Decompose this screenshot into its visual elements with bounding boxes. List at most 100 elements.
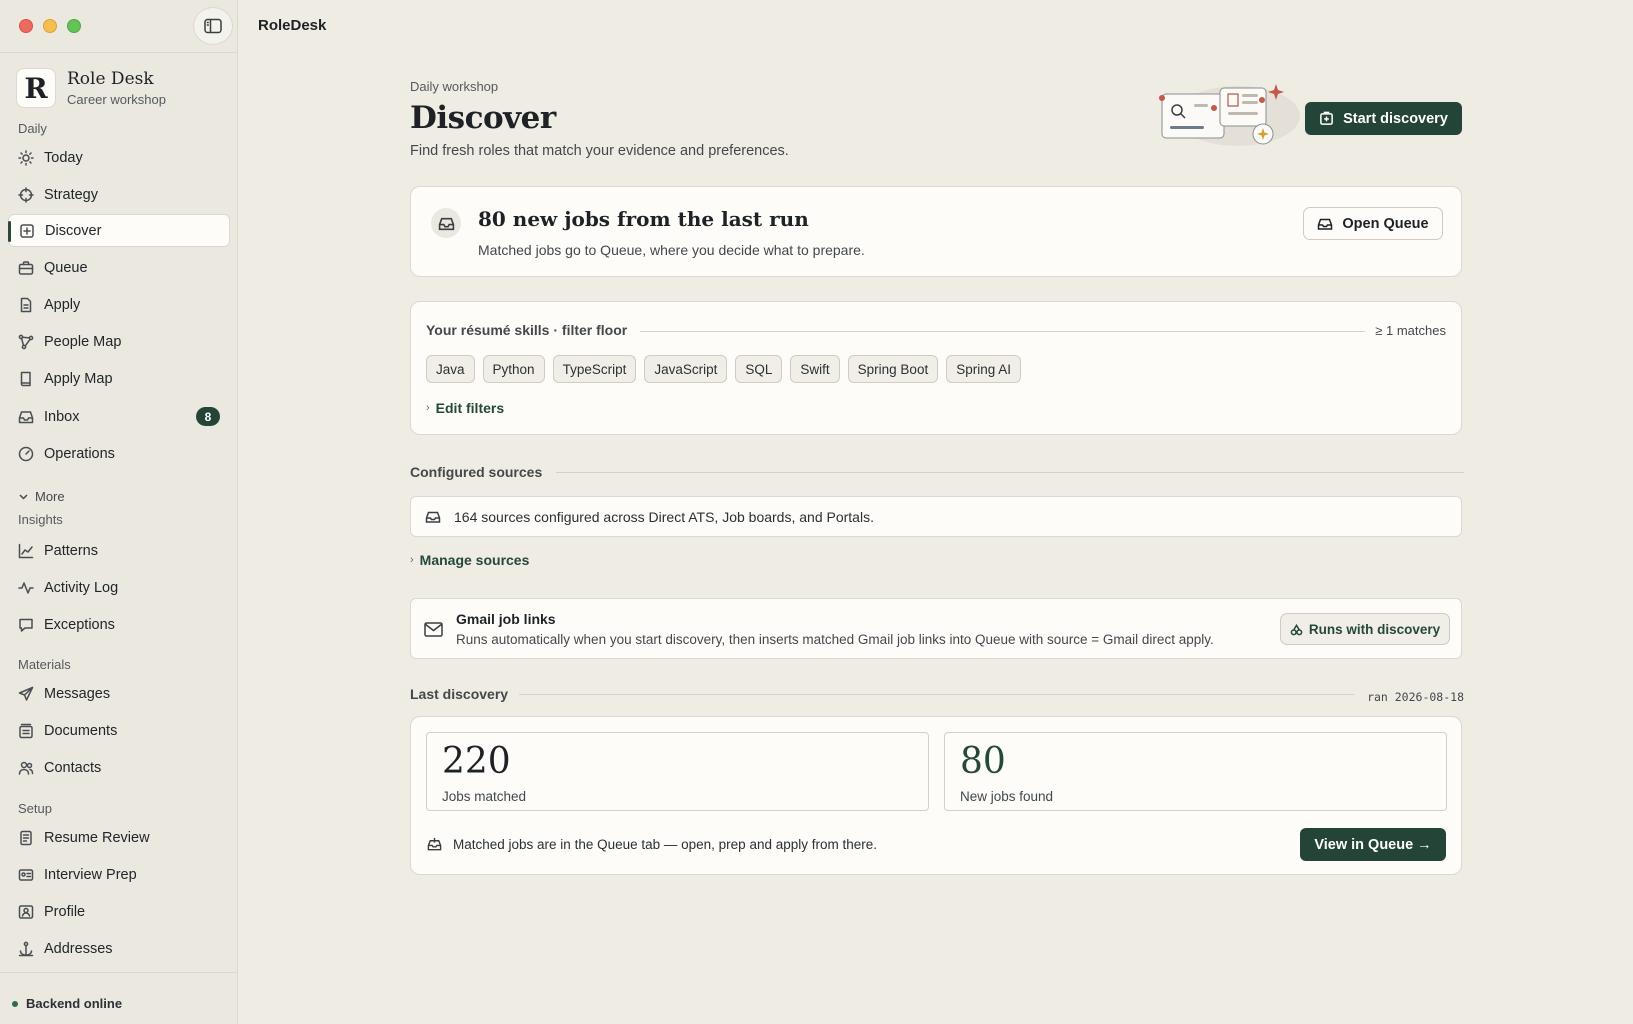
document-icon: [18, 297, 34, 313]
section-label-insights: Insights: [18, 512, 63, 527]
sidebar-item-contacts[interactable]: Contacts: [8, 751, 230, 784]
window-controls: [19, 19, 81, 33]
brand-logo: R: [16, 68, 56, 108]
skill-chip-spring-ai[interactable]: Spring AI: [946, 355, 1021, 383]
sidebar-item-messages[interactable]: Messages: [8, 677, 230, 710]
sidebar-item-operations[interactable]: Operations: [8, 437, 230, 470]
sidebar-item-label: Discover: [45, 222, 102, 239]
inbox-tray-icon: [431, 208, 461, 238]
discover-icon: [1320, 111, 1333, 125]
link-icon: [1290, 623, 1303, 635]
skill-chip-typescript[interactable]: TypeScript: [552, 355, 637, 383]
sidebar-item-label: Queue: [44, 259, 88, 276]
inbox-count-badge: 8: [196, 407, 220, 426]
sidebar-item-profile[interactable]: Profile: [8, 895, 230, 928]
new-jobs-stat: 80 New jobs found: [944, 732, 1447, 811]
last-run-title: 80 new jobs from the last run: [478, 207, 809, 231]
last-discovery-date: ran 2026-08-18: [1367, 690, 1464, 704]
last-run-subtitle: Matched jobs go to Queue, where you deci…: [478, 242, 865, 258]
inbox-icon: [425, 509, 441, 530]
skill-chip-swift[interactable]: Swift: [790, 355, 840, 383]
skill-chip-javascript[interactable]: JavaScript: [644, 355, 728, 383]
more-toggle[interactable]: More: [18, 489, 65, 504]
open-queue-label: Open Queue: [1342, 215, 1429, 232]
sidebar-divider: [0, 52, 238, 53]
sidebar-item-label: Documents: [44, 722, 118, 739]
chevron-right-icon: ›: [410, 554, 414, 566]
start-discovery-button[interactable]: Start discovery: [1305, 102, 1462, 135]
sidebar-item-label: Contacts: [44, 759, 102, 776]
new-jobs-label: New jobs found: [960, 789, 1054, 804]
last-discovery-card: 220 Jobs matched 80 New jobs found Match…: [410, 716, 1462, 875]
sidebar-item-label: Resume Review: [44, 829, 150, 846]
skill-chip-sql[interactable]: SQL: [735, 355, 783, 383]
sidebar-item-strategy[interactable]: Strategy: [8, 178, 230, 211]
sidebar-item-label: Apply: [44, 296, 81, 313]
minimize-window-button[interactable]: [43, 19, 57, 33]
book-icon: [18, 371, 34, 387]
sidebar-item-label: Apply Map: [44, 370, 113, 387]
sidebar-item-apply[interactable]: Apply: [8, 288, 230, 321]
sidebar-item-label: Messages: [44, 685, 111, 702]
sidebar-item-apply-map[interactable]: Apply Map: [8, 362, 230, 395]
sidebar-item-label: Operations: [44, 445, 115, 462]
skill-chip-spring-boot[interactable]: Spring Boot: [847, 355, 939, 383]
new-jobs-value: 80: [960, 741, 1006, 782]
skills-heading: Your résumé skills · filter floor: [426, 322, 628, 338]
sidebar-item-exceptions[interactable]: Exceptions: [8, 608, 230, 641]
brand-name: Role Desk: [67, 69, 154, 89]
activity-icon: [18, 580, 34, 596]
resume-skills-card: Your résumé skills · filter floor ≥ 1 ma…: [410, 301, 1462, 435]
page-subtitle: Find fresh roles that match your evidenc…: [410, 143, 789, 159]
sidebar-item-resume-review[interactable]: Resume Review: [8, 821, 230, 854]
sidebar-item-addresses[interactable]: Addresses: [8, 932, 230, 965]
sidebar-item-inbox[interactable]: Inbox 8: [8, 400, 230, 433]
sidebar-item-label: Exceptions: [44, 616, 115, 633]
gmail-title: Gmail job links: [456, 611, 556, 627]
skill-chip-java[interactable]: Java: [426, 355, 475, 383]
mail-icon: [424, 621, 443, 643]
jobs-matched-label: Jobs matched: [442, 789, 527, 804]
sidebar-item-queue[interactable]: Queue: [8, 251, 230, 284]
edit-filters-toggle[interactable]: › Edit filters: [426, 400, 504, 416]
sidebar-item-label: People Map: [44, 333, 122, 350]
profile-icon: [18, 904, 34, 920]
close-window-button[interactable]: [19, 19, 33, 33]
gauge-icon: [18, 446, 34, 462]
gmail-job-links-card: Gmail job links Runs automatically when …: [410, 598, 1462, 659]
view-in-queue-label: View in Queue →: [1314, 836, 1432, 853]
sidebar-item-activity-log[interactable]: Activity Log: [8, 571, 230, 604]
sidebar-item-documents[interactable]: Documents: [8, 714, 230, 747]
sidebar-item-people-map[interactable]: People Map: [8, 325, 230, 358]
sidebar-item-label: Activity Log: [44, 579, 119, 596]
card-icon: [18, 867, 34, 883]
jobs-matched-stat: 220 Jobs matched: [426, 732, 929, 811]
crosshair-icon: [18, 186, 34, 203]
manage-sources-label: Manage sources: [419, 552, 530, 568]
inbox-icon: [18, 409, 34, 425]
page-eyebrow: Daily workshop: [410, 79, 499, 94]
section-label-materials: Materials: [18, 657, 71, 672]
chevron-down-icon: [19, 494, 28, 500]
sidebar-item-interview-prep[interactable]: Interview Prep: [8, 858, 230, 891]
section-label-setup: Setup: [18, 801, 52, 816]
backend-status: Backend online: [12, 996, 122, 1011]
skill-chip-python[interactable]: Python: [482, 355, 545, 383]
window-title: RoleDesk: [258, 17, 327, 34]
sidebar-toggle-button[interactable]: [193, 7, 233, 45]
skills-divider: [640, 331, 1365, 332]
open-queue-button[interactable]: Open Queue: [1303, 207, 1443, 240]
sidebar-item-label: Interview Prep: [44, 866, 137, 883]
view-in-queue-button[interactable]: View in Queue →: [1300, 828, 1446, 861]
page-title: Discover: [410, 100, 556, 136]
sidebar-item-patterns[interactable]: Patterns: [8, 534, 230, 567]
runs-with-discovery-button[interactable]: Runs with discovery: [1280, 613, 1450, 645]
sidebar-item-label: Strategy: [44, 186, 98, 203]
manage-sources-toggle[interactable]: › Manage sources: [410, 552, 529, 568]
last-discovery-divider: [519, 694, 1354, 695]
sidebar-item-today[interactable]: Today: [8, 141, 230, 174]
send-icon: [18, 686, 34, 702]
sources-summary: 164 sources configured across Direct ATS…: [454, 509, 874, 525]
zoom-window-button[interactable]: [67, 19, 81, 33]
sidebar-item-discover[interactable]: Discover: [8, 214, 230, 247]
